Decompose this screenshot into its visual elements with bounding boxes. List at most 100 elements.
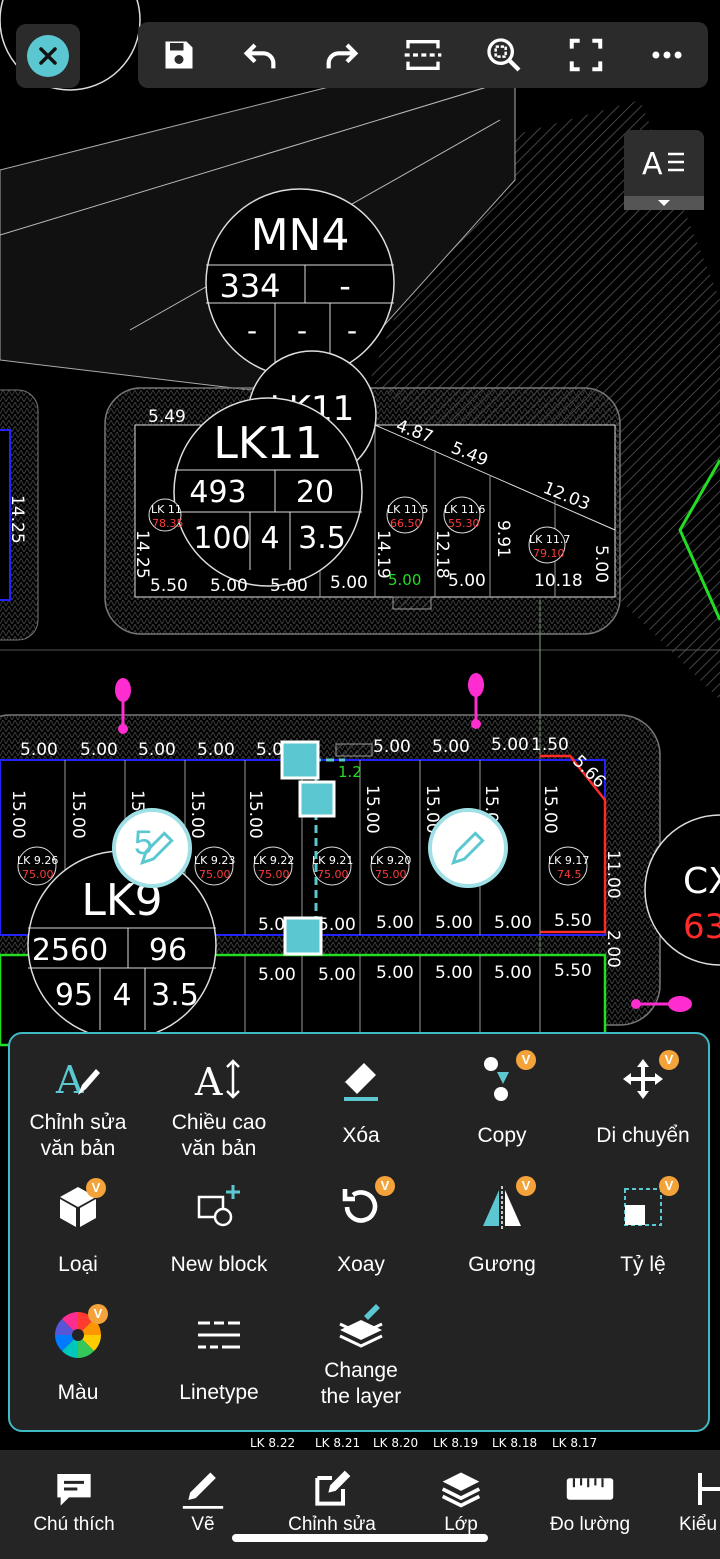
svg-text:LK 8.19: LK 8.19 <box>433 1436 478 1450</box>
svg-text:LK 11.6: LK 11.6 <box>444 503 485 516</box>
svg-text:-: - <box>297 314 307 347</box>
change-layer-tool[interactable]: Change the layer <box>291 1296 431 1410</box>
svg-text:15.00: 15.00 <box>245 790 265 839</box>
svg-text:5.00: 5.00 <box>330 573 368 593</box>
svg-text:5.00: 5.00 <box>258 965 296 985</box>
svg-text:4: 4 <box>112 978 131 1013</box>
fullscreen-button[interactable] <box>559 28 613 82</box>
svg-text:10.18: 10.18 <box>534 571 583 591</box>
nav-label: Chỉnh sửa <box>288 1514 376 1535</box>
more-button[interactable] <box>640 28 694 82</box>
close-icon <box>39 47 57 65</box>
new-block-tool[interactable]: New block <box>149 1176 289 1278</box>
svg-text:LK 9.22: LK 9.22 <box>253 854 294 867</box>
block-type-tool[interactable]: V Loại <box>8 1176 148 1278</box>
nav-label: Đo lường <box>549 1514 631 1535</box>
svg-text:15.00: 15.00 <box>187 790 207 839</box>
svg-text:LK 11.5: LK 11.5 <box>387 503 428 516</box>
top-toolbar <box>138 22 708 88</box>
select-window-button[interactable] <box>396 28 450 82</box>
mirror-tool[interactable]: V Gương <box>432 1176 572 1278</box>
pro-badge: V <box>516 1050 536 1070</box>
nav-layers[interactable]: Lớp <box>401 1464 521 1536</box>
svg-text:5.00: 5.00 <box>591 545 611 583</box>
nav-draw[interactable]: Vẽ <box>143 1464 263 1536</box>
rotate-tool[interactable]: V Xoay <box>291 1176 431 1278</box>
edit-fab[interactable] <box>428 808 508 888</box>
svg-text:55.30: 55.30 <box>448 517 480 530</box>
text-height-icon: A <box>194 1059 240 1103</box>
svg-text:LK 9.20: LK 9.20 <box>370 854 411 867</box>
svg-text:A: A <box>642 147 663 182</box>
svg-text:-: - <box>347 314 357 347</box>
svg-text:5.00: 5.00 <box>435 963 473 983</box>
nav-measure[interactable]: Đo lường <box>530 1464 650 1536</box>
svg-text:15.00: 15.00 <box>8 790 28 839</box>
svg-text:A: A <box>194 1060 223 1103</box>
edit-text-tool[interactable]: A Chỉnh sửa văn bản <box>8 1048 148 1162</box>
mn4-title: MN4 <box>251 210 350 261</box>
svg-text:79.10: 79.10 <box>533 547 565 560</box>
svg-text:5.00: 5.00 <box>491 735 529 755</box>
svg-text:LK 8.22: LK 8.22 <box>250 1436 295 1450</box>
linetype-tool[interactable]: Linetype <box>149 1304 289 1406</box>
svg-text:74.5: 74.5 <box>557 868 582 881</box>
tool-label: Chiều cao văn bản <box>171 1111 267 1160</box>
save-icon <box>165 41 193 69</box>
svg-text:15.00: 15.00 <box>540 785 560 834</box>
pro-badge: V <box>659 1176 679 1196</box>
move-tool[interactable]: V Di chuyển <box>573 1048 713 1149</box>
nav-edit[interactable]: Chỉnh sửa <box>272 1464 392 1536</box>
layers-icon <box>339 1304 383 1348</box>
save-button[interactable] <box>152 28 206 82</box>
pencil-icon <box>182 1472 224 1509</box>
svg-text:LK 11: LK 11 <box>151 503 182 516</box>
svg-text:LK 9.17: LK 9.17 <box>548 854 589 867</box>
pro-badge: V <box>659 1050 679 1070</box>
undo-icon <box>243 43 276 69</box>
scale-tool[interactable]: V Tỷ lệ <box>573 1176 713 1278</box>
svg-text:LK 9.21: LK 9.21 <box>312 854 353 867</box>
svg-text:66.50: 66.50 <box>390 517 422 530</box>
svg-text:LK 11.7: LK 11.7 <box>529 533 570 546</box>
svg-text:15.00: 15.00 <box>362 785 382 834</box>
tool-label: New block <box>170 1253 268 1276</box>
color-tool[interactable]: V Màu <box>8 1304 148 1406</box>
erase-tool[interactable]: Xóa <box>291 1048 431 1149</box>
svg-text:14.25: 14.25 <box>7 495 27 544</box>
svg-text:5.00: 5.00 <box>210 576 248 596</box>
text-height-tool[interactable]: A Chiều cao văn bản <box>149 1048 289 1162</box>
svg-text:1.50: 1.50 <box>531 735 569 755</box>
svg-text:9.91: 9.91 <box>493 520 513 558</box>
edit-text-fab[interactable]: 5 <box>112 808 192 888</box>
nav-annotate[interactable]: Chú thích <box>14 1464 134 1536</box>
svg-text:3.5: 3.5 <box>151 978 199 1013</box>
svg-text:5.50: 5.50 <box>554 961 592 981</box>
tool-label: Tỷ lệ <box>620 1253 666 1276</box>
svg-text:4: 4 <box>260 521 279 556</box>
svg-text:5.00: 5.00 <box>197 740 235 760</box>
tool-label: Chỉnh sửa văn bản <box>29 1111 127 1160</box>
svg-text:14.25: 14.25 <box>132 530 152 579</box>
linetype-icon <box>198 1321 240 1349</box>
svg-text:5.00: 5.00 <box>318 965 356 985</box>
redo-button[interactable] <box>315 28 369 82</box>
svg-text:96: 96 <box>149 933 187 968</box>
tool-label: Màu <box>57 1381 99 1404</box>
zoom-button[interactable] <box>477 28 531 82</box>
tool-label: Linetype <box>179 1381 259 1404</box>
close-button[interactable] <box>16 24 80 88</box>
undo-button[interactable] <box>233 28 287 82</box>
svg-text:75.00: 75.00 <box>22 868 54 881</box>
lk11-title: LK11 <box>213 418 322 469</box>
nav-label: Chú thích <box>33 1514 115 1535</box>
nav-label: Kiểu <box>679 1514 718 1535</box>
pro-badge: V <box>516 1176 536 1196</box>
pro-badge: V <box>375 1176 395 1196</box>
copy-tool[interactable]: V Copy <box>432 1048 572 1149</box>
mn4-symbol: MN4 334 - - - - <box>205 188 395 378</box>
nav-style[interactable]: Kiểu <box>648 1464 720 1536</box>
text-style-button[interactable]: A <box>624 130 704 210</box>
svg-text:5.50: 5.50 <box>554 911 592 931</box>
svg-text:5.00: 5.00 <box>494 913 532 933</box>
